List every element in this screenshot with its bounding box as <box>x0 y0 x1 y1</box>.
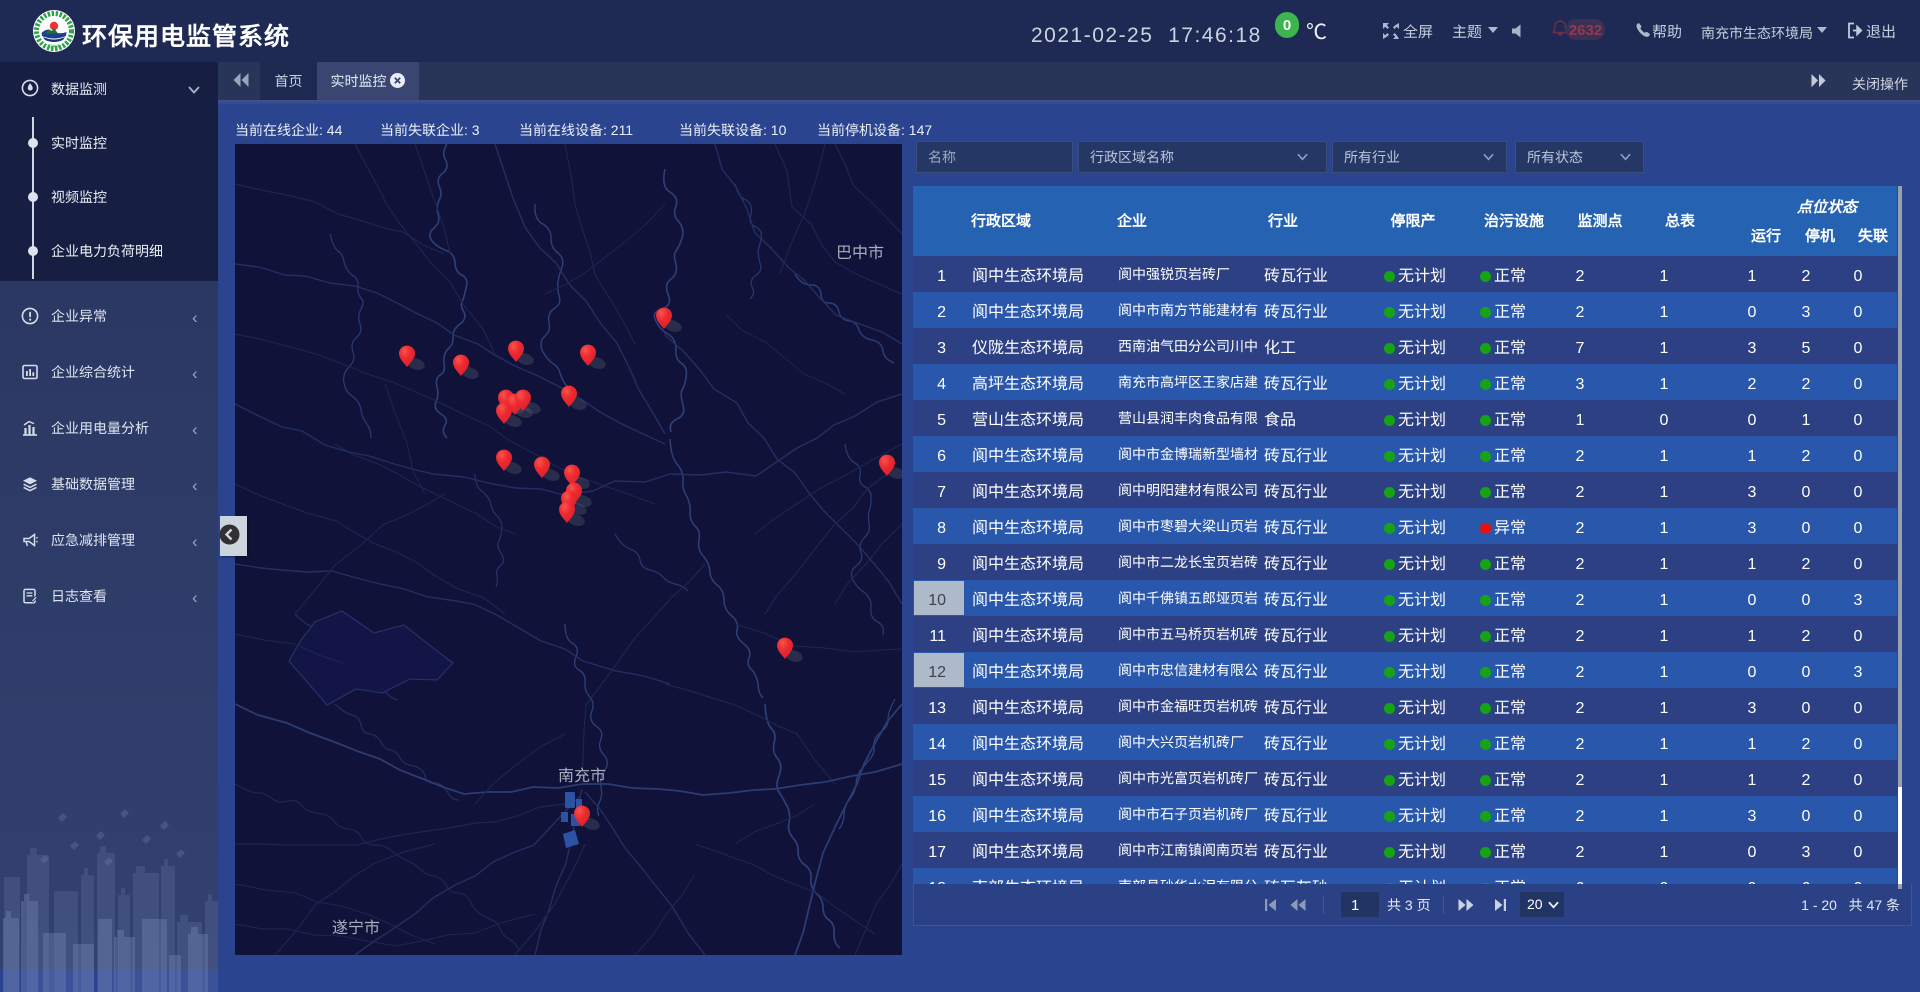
svg-text:南充市: 南充市 <box>47 44 61 50</box>
svg-text:遂宁市: 遂宁市 <box>332 914 380 938</box>
svg-text:南充市: 南充市 <box>558 762 606 786</box>
svg-text:巴中市: 巴中市 <box>836 239 884 263</box>
